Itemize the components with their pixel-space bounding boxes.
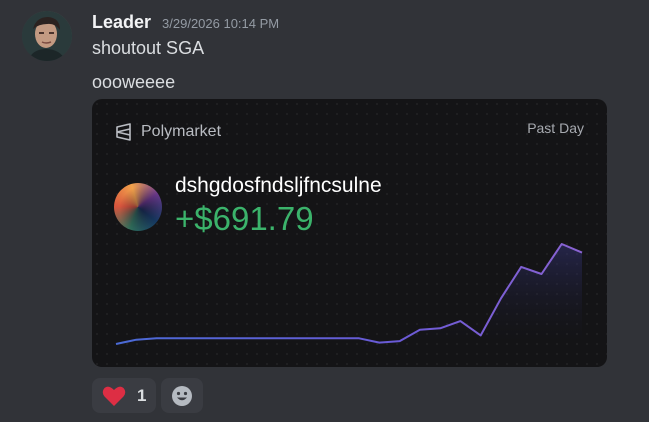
chat-message: Leader 3/29/2026 10:14 PM shoutout SGA o… [0,0,649,422]
message-text-line: oooweeee [92,72,176,92]
polymarket-embed-card[interactable]: Polymarket Past Day dshgdosfndsljfncsuln… [92,99,607,367]
message-text-line: shoutout SGA [92,38,205,58]
author-name[interactable]: Leader [92,12,151,33]
heart-reaction-button[interactable]: 1 [92,378,156,413]
profit-line-chart [115,243,583,345]
user-avatar-photo [22,11,72,61]
author-avatar[interactable] [22,11,72,61]
heart-icon [102,385,126,407]
message-timestamp: 3/29/2026 10:14 PM [162,16,280,31]
profit-area-fill [116,244,582,344]
reactions-bar: 1 [92,378,203,413]
smile-icon [171,385,193,407]
add-reaction-button[interactable] [161,378,203,413]
message-header: Leader 3/29/2026 10:14 PM [92,12,279,34]
reaction-count: 1 [137,385,147,405]
